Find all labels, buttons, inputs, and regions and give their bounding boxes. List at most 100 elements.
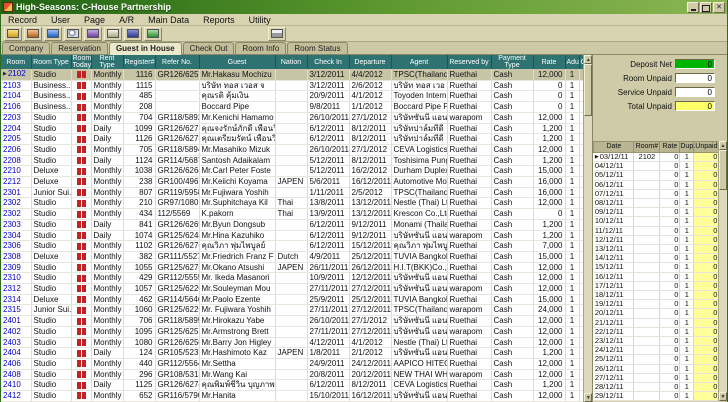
schedule-row[interactable]: 26/12/11010: [594, 364, 719, 373]
tab-check-out[interactable]: Check Out: [183, 42, 235, 54]
maximize-icon[interactable]: [700, 2, 712, 13]
schedule-row[interactable]: 24/12/11010: [594, 346, 719, 355]
schedule-row[interactable]: 08/12/11010: [594, 199, 719, 208]
menu-item-user[interactable]: User: [44, 14, 77, 26]
table-row[interactable]: 2206StudioMonthly705GR118/5894Mr.Masahik…: [1, 144, 588, 155]
schedule-row[interactable]: 21/12/11010: [594, 318, 719, 327]
schedule-row[interactable]: 04/12/11010: [594, 162, 719, 171]
schedule-scroll-down-icon[interactable]: ▼: [719, 392, 727, 401]
table-row[interactable]: 2308DeluxeMonthly382GR111/5527Mr.Friedri…: [1, 251, 588, 262]
schedule-scrollbar[interactable]: ▲ ▼: [718, 141, 727, 401]
schedule-cell-rate: 0: [660, 309, 680, 318]
menu-item-page[interactable]: Page: [77, 14, 112, 26]
table-row[interactable]: 2212DeluxeMonthly238GR100/4967Mr.Keiichi…: [1, 177, 588, 188]
table-row[interactable]: 2102StudioMonthly1116GR126/6257Mr.Hakasu…: [1, 69, 588, 80]
tab-guest-in-house[interactable]: Guest in House: [109, 42, 182, 55]
tab-room-info[interactable]: Room Info: [235, 42, 286, 54]
schedule-row[interactable]: 19/12/11010: [594, 300, 719, 309]
table-row[interactable]: 2204StudioDaily1099GR126/6271คุณจงรักษ์ภ…: [1, 123, 588, 134]
table-row[interactable]: 2106Business...Monthly208Boccard Pipe9/8…: [1, 102, 588, 113]
grid-scrollbar[interactable]: ▲ ▼: [583, 55, 592, 402]
table-row[interactable]: 2412StudioMonthly652GR116/5790Mr.Hanita1…: [1, 391, 588, 402]
close-icon[interactable]: [713, 2, 725, 13]
schedule-row[interactable]: 25/12/11010: [594, 355, 719, 364]
schedule-row[interactable]: 10/12/11010: [594, 217, 719, 226]
refresh-button[interactable]: [144, 27, 162, 41]
menu-item-a-r[interactable]: A/R: [112, 14, 141, 26]
schedule-cell-rate: 0: [660, 226, 680, 235]
table-row[interactable]: 2310StudioMonthly429GR112/5555Mr. Ikeda …: [1, 273, 588, 284]
table-row[interactable]: 2410StudioDaily1125GR126/6274คุณพิมพ์ชีว…: [1, 380, 588, 391]
schedule-cell-room: [634, 281, 660, 290]
table-row[interactable]: 2314DeluxeMonthly462GR114/5646Mr.Paolo E…: [1, 294, 588, 305]
print-button[interactable]: [268, 27, 286, 41]
table-row[interactable]: 2302StudioMonthly210GR97/1080Mr.Suphitch…: [1, 198, 588, 209]
schedule-row[interactable]: 16/12/11010: [594, 272, 719, 281]
checkout-button[interactable]: [24, 27, 42, 41]
schedule-scrollbar-thumb[interactable]: [719, 150, 727, 190]
menu-item-utility[interactable]: Utility: [242, 14, 278, 26]
table-row[interactable]: 2302StudioMonthly434112/5569K.pakornThai…: [1, 209, 588, 220]
schedule-row[interactable]: 17/12/11010: [594, 281, 719, 290]
schedule-row[interactable]: 22/12/11010: [594, 327, 719, 336]
table-row[interactable]: 2404StudioDaily124GR105/5237Mr.Hashimoto…: [1, 348, 588, 359]
schedule-row[interactable]: 28/12/11010: [594, 383, 719, 392]
menu-item-reports[interactable]: Reports: [196, 14, 242, 26]
table-row[interactable]: 2306StudioMonthly1102GR126/6276คุณวิภา พ…: [1, 241, 588, 252]
schedule-row[interactable]: 18/12/11010: [594, 291, 719, 300]
cell-agent: TPSC(Thailand): [391, 187, 447, 198]
minimize-icon[interactable]: [687, 2, 699, 13]
table-row[interactable]: 2403StudioMonthly1080GR126/6250Mr.Barry …: [1, 337, 588, 348]
schedule-row[interactable]: 29/12/11010: [594, 392, 719, 401]
grid-scrollbar-thumb[interactable]: [584, 64, 592, 116]
schedule-row[interactable]: 09/12/11010: [594, 208, 719, 217]
schedule-cell-dup: 1: [680, 180, 694, 189]
table-row[interactable]: 2303StudioDaily841GR126/6269Mr.Byun Dong…: [1, 219, 588, 230]
table-row[interactable]: 2301Junior Sui...Monthly807GR119/5958Mr.…: [1, 187, 588, 198]
schedule-row[interactable]: 11/12/11010: [594, 226, 719, 235]
table-row[interactable]: 2210DeluxeMonthly1038GR126/6264Mr.Carl P…: [1, 166, 588, 177]
schedule-scroll-up-icon[interactable]: ▲: [719, 141, 727, 150]
search-button[interactable]: [64, 27, 82, 41]
table-row[interactable]: 2315Junior Sui...Monthly1060GR125/6226Mr…: [1, 305, 588, 316]
table-row[interactable]: 2408StudioMonthly296GR108/5313Mr.Wang Ka…: [1, 369, 588, 380]
tab-reservation[interactable]: Reservation: [51, 42, 108, 54]
night-audit-button[interactable]: [124, 27, 142, 41]
table-row[interactable]: 2203StudioMonthly704GR118/5892Mr.Kenichi…: [1, 112, 588, 123]
scroll-down-icon[interactable]: ▼: [584, 393, 592, 402]
schedule-row[interactable]: 05/12/11010: [594, 171, 719, 180]
table-row[interactable]: 2103Business...Monthly1115บริษัท ทอส เวอ…: [1, 80, 588, 91]
table-row[interactable]: 2402StudioMonthly1095GR125/6257Mr.Armstr…: [1, 326, 588, 337]
menu-item-main-data[interactable]: Main Data: [141, 14, 196, 26]
schedule-row[interactable]: 14/12/11010: [594, 254, 719, 263]
table-row[interactable]: 2208StudioDaily1124GR114/5687Santosh Ada…: [1, 155, 588, 166]
table-row[interactable]: 2304StudioDaily1074GR125/6243Mr.Hina Kaz…: [1, 230, 588, 241]
tab-room-status[interactable]: Room Status: [287, 42, 347, 54]
cell-register: 462: [123, 294, 155, 305]
schedule-row[interactable]: 07/12/11010: [594, 189, 719, 198]
table-row[interactable]: 2104Business...Monthly485คุณรติ คุ้มเงิน…: [1, 91, 588, 102]
table-row[interactable]: 2406StudioMonthly440GR112/5564Mr.Settha2…: [1, 358, 588, 369]
schedule-row[interactable]: 13/12/11010: [594, 245, 719, 254]
schedule-cell-rate: 0: [660, 171, 680, 180]
schedule-row[interactable]: 27/12/11010: [594, 373, 719, 382]
scroll-up-icon[interactable]: ▲: [584, 55, 592, 64]
schedule-row[interactable]: 23/12/11010: [594, 337, 719, 346]
tab-company[interactable]: Company: [2, 42, 50, 54]
cell-departure: 9/12/2011: [349, 230, 391, 241]
checkin-button[interactable]: [4, 27, 22, 41]
deposit-net-value: 0: [675, 59, 715, 69]
menu-item-record[interactable]: Record: [1, 14, 44, 26]
table-row[interactable]: 2309StudioMonthly1055GR125/6275Mr.Okano …: [1, 262, 588, 273]
schedule-row[interactable]: 20/12/11010: [594, 309, 719, 318]
schedule-row[interactable]: 06/12/11010: [594, 180, 719, 189]
table-row[interactable]: 2205StudioDaily1126GR126/6273คุณเตรียมรั…: [1, 134, 588, 145]
table-row[interactable]: 2401StudioMonthly706GR118/5895Mr.Hirokaz…: [1, 316, 588, 327]
schedule-row[interactable]: 12/12/11010: [594, 235, 719, 244]
schedule-row[interactable]: 03/12/112102010: [594, 153, 719, 162]
table-row[interactable]: 2312StudioMonthly1057GR125/6220Mr.Souley…: [1, 284, 588, 295]
posting-button[interactable]: [104, 27, 122, 41]
schedule-row[interactable]: 15/12/11010: [594, 263, 719, 272]
room-move-button[interactable]: [84, 27, 102, 41]
folio-button[interactable]: [44, 27, 62, 41]
